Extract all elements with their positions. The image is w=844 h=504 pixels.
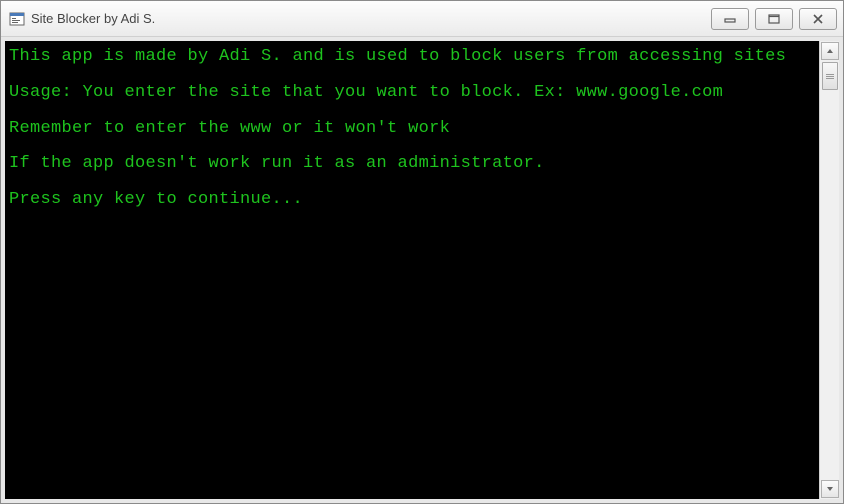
titlebar[interactable]: Site Blocker by Adi S. [1,1,843,37]
minimize-button[interactable] [711,8,749,30]
window-controls [711,8,837,30]
scroll-up-button[interactable] [821,42,839,60]
console-line: Usage: You enter the site that you want … [9,81,815,105]
window-title: Site Blocker by Adi S. [31,11,711,26]
app-window: Site Blocker by Adi S. This app [0,0,844,504]
console-line: This app is made by Adi S. and is used t… [9,45,815,69]
close-button[interactable] [799,8,837,30]
console-output[interactable]: This app is made by Adi S. and is used t… [5,41,819,499]
app-icon [9,11,25,27]
chevron-up-icon [826,48,834,54]
console-line: If the app doesn't work run it as an adm… [9,152,815,176]
close-icon [812,14,824,24]
console-line: Remember to enter the www or it won't wo… [9,117,815,141]
vertical-scrollbar[interactable] [819,41,839,499]
minimize-icon [724,14,736,24]
scroll-down-button[interactable] [821,480,839,498]
chevron-down-icon [826,486,834,492]
scroll-thumb[interactable] [822,62,838,90]
content-area: This app is made by Adi S. and is used t… [1,37,843,503]
maximize-icon [768,14,780,24]
scroll-track[interactable] [820,90,839,479]
maximize-button[interactable] [755,8,793,30]
console-line: Press any key to continue... [9,188,815,212]
